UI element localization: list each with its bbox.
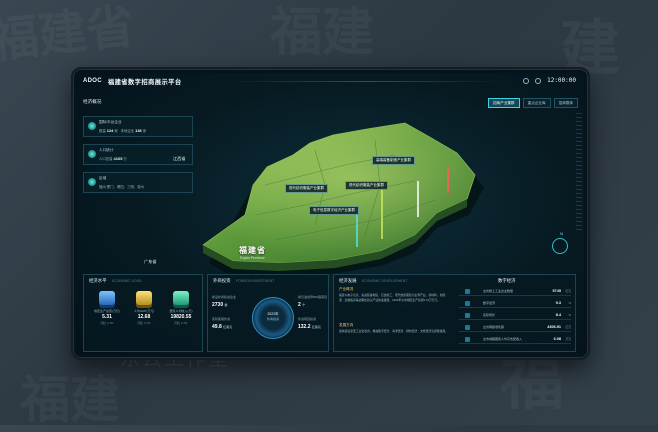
panel-subtitle: ECONOMIC LEVEL [112,278,143,283]
tab-carriers[interactable]: 招商载体 [553,98,578,108]
user-icon[interactable] [523,77,530,84]
map-tag[interactable]: 电子信息数字经济产业集群 [309,206,359,216]
year-ring: 2022年 外商投资 [252,297,294,339]
header-divider [227,81,504,82]
neighbor-label: 江西省 [173,156,186,161]
background-text: 福建省 [0,0,137,71]
compass-label: N [560,231,563,236]
dashboard: ADOC 福建省数字招商展示平台 12:00:00 招商产业集群 重点企业库 招… [77,73,584,354]
people-icon [88,150,96,158]
kpi-income: 居民人均收入(元) 19820.55 同比 4.7% [164,291,198,325]
header-tools: 12:00:00 [523,77,576,84]
kpi-gdp: 地区生产总值(万亿) 5.31 同比 4.7% [90,291,124,325]
panel-economic-development: 经济发展 ECONOMIC DEVELOPMENT 产业概况 福建以电子信息、先… [333,274,576,352]
card-values: 数量 124 家 本地企业 136 家 [99,128,147,133]
chart-icon [465,312,470,318]
paragraph: 加快建设新型工业化强省，推进数字经济、海洋经济、绿色经济、文旅经济高质量发展。 [339,329,449,333]
map-tag[interactable]: 现代纺织服装产业集群 [345,181,388,191]
chart-icon [465,324,470,330]
decorative-scale [576,113,582,233]
settings-icon[interactable] [535,77,542,84]
list-item[interactable]: 全市城镇居民人均可支配收入 6.08 万元 [459,335,571,344]
section-heading: 产业概况 [339,287,354,291]
stat-label: 新设外商投资企业 [212,295,237,299]
background-text: 福建 [270,0,374,65]
stat-label: 实际使用外资 [212,317,231,321]
panel-economic-level: 经济水平 ECONOMIC LEVEL 地区生产总值(万亿) 5.31 同比 4… [83,274,203,352]
panel-title: 经济发展 [339,278,357,283]
neighbor-label: 广东省 [144,259,157,264]
panel-subtitle: ECONOMIC DEVELOPMENT [362,278,408,283]
card-title: 区域 [99,176,107,180]
stat-label: 外资项目投资 [298,317,317,321]
cylinder-icon [173,291,189,305]
chart-icon [465,288,470,294]
panel-title: 经济水平 [89,278,107,283]
list-item[interactable]: 实际增长 8.4% [459,311,571,320]
map-pin [447,167,449,193]
map-pin [381,187,383,239]
cylinder-icon [99,291,115,305]
list-item[interactable]: 数字经济 9.3% [459,299,571,308]
stat-value: 49.8 亿美元 [212,324,233,330]
chart-icon [465,336,470,342]
stat-value: 132.2 亿美元 [298,324,321,330]
logo: ADOC [83,78,102,84]
building-icon [88,122,96,130]
map-pin [417,181,419,217]
card-title: 国际/平台企业 [99,120,122,124]
tab-key-enterprises[interactable]: 重点企业库 [522,98,551,108]
cylinder-icon [136,291,152,305]
stat-value: 2730 家 [212,302,228,308]
card-values: 福州 厦门、莆田、三明、泉州 [99,185,145,189]
panel-title: 外商投资 [213,278,231,283]
compass-icon[interactable] [552,238,568,254]
panel-foreign-investment: 外商投资 FOREIGN INVESTMENT 新设外商投资企业 2730 家 … [207,274,329,352]
device-frame: ADOC 福建省数字招商展示平台 12:00:00 招商产业集群 重点企业库 招… [71,67,590,360]
stats-list: 数字经济 全省规上工业企业数量 5745 亿元 数字经济 9.3% 实际增长 8.4% … [454,275,576,351]
section-title: 经济概况 [83,99,102,104]
map-tag[interactable]: 高端装备制造产业集群 [372,156,415,166]
stat-value: 2 个 [298,302,306,308]
card-title: 人口统计 [99,148,114,152]
stat-label: 新引进世界500强项目 [298,295,328,299]
card-values: 人口总量 4165 万 [99,156,127,161]
list-item[interactable]: 全省规上工业企业数量 5745 亿元 [459,287,571,296]
kpi-gdp-per-capita: 人均GDP(万元) 12.68 同比 4.7% [127,291,161,325]
clock: 12:00:00 [547,77,576,84]
list-item[interactable]: 全省网络零售额 4306.51 亿元 [459,323,571,332]
map-tag[interactable]: 现代纺织服装产业集群 [285,184,328,194]
section-heading: 发展方向 [339,323,354,327]
location-icon [88,178,96,186]
list-title: 数字经济 [498,278,516,283]
province-name: 福建省 [239,246,266,255]
tab-bar: 招商产业集群 重点企业库 招商载体 [488,98,578,108]
background-text: 福建 [20,360,120,432]
province-name-en: Fujian Province [240,256,265,260]
chart-icon [465,300,470,306]
panel-subtitle: FOREIGN INVESTMENT [236,278,275,283]
page-title: 福建省数字招商展示平台 [107,78,182,86]
paragraph: 福建以电子信息、先进装备制造、石油化工、现代纺织服装为主导产业，新材料、新能源、… [339,293,446,302]
province-map[interactable] [175,95,495,275]
